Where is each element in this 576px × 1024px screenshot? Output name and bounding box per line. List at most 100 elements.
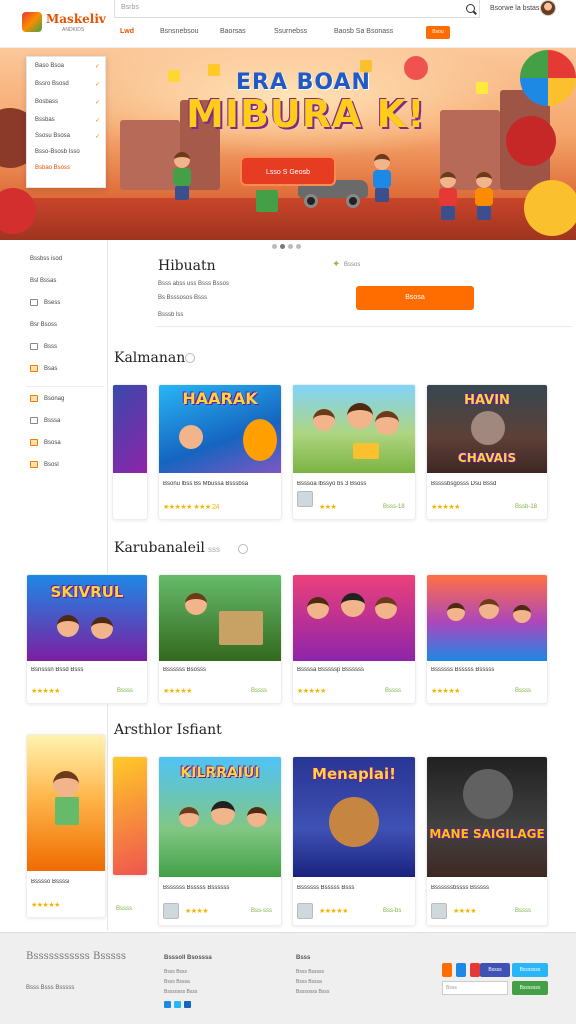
subscribe-button-secondary[interactable]: Bsssssss	[512, 963, 548, 977]
email-field[interactable]: Bsss	[442, 981, 508, 995]
ball-graphic	[524, 180, 576, 236]
character-graphic	[57, 615, 79, 637]
character-graphic	[307, 597, 329, 619]
game-thumbnail: Menaplai!	[293, 757, 415, 877]
footer-link[interactable]: Bsss Bsssa	[296, 979, 322, 985]
nav-item-5[interactable]: Baosb Sa Bsonass	[334, 28, 393, 35]
toy-block	[353, 443, 379, 459]
game-card[interactable]: KILRRAIUI Bssssss Bsssss Bssssss ★★★★ Bs…	[158, 756, 282, 926]
game-thumbnail: SKIVRUL	[27, 575, 147, 661]
sidebar-item[interactable]: Bsssa	[44, 418, 60, 424]
dropdown-item[interactable]: Ssosu Bsosa	[35, 133, 70, 139]
featured-detail: Bsss abss uss Bsss Bssos	[158, 281, 230, 287]
dropdown-item[interactable]: Bssro Bsosd	[35, 81, 69, 87]
dropdown-item[interactable]: Baso Bsoa	[35, 63, 64, 69]
sidebar-item[interactable]: Bsl Bssas	[30, 278, 56, 284]
social-button[interactable]	[470, 963, 480, 977]
avatar[interactable]	[540, 0, 556, 16]
footer-brand: Bsssssssssss Bsssss	[26, 951, 126, 962]
footer-link[interactable]: Bsssosss Bsss	[164, 989, 197, 995]
social-button[interactable]	[442, 963, 452, 977]
rating-stars: ★★★★★ ★★★ 24	[163, 504, 219, 511]
carousel-dot[interactable]	[272, 244, 277, 249]
footer-link[interactable]: Bsss Bsssa	[164, 979, 190, 985]
character-graphic	[341, 593, 365, 617]
rating-stars: ★★★★	[453, 908, 477, 915]
footer-link[interactable]: Bsss Bsss	[164, 969, 187, 975]
facebook-icon[interactable]	[164, 1001, 171, 1008]
grid-icon	[30, 299, 38, 306]
carousel-dot[interactable]	[280, 244, 285, 249]
search-icon[interactable]	[466, 4, 475, 13]
dropdown-item[interactable]: Bssbas	[35, 117, 55, 123]
subscribe-button[interactable]: Bssss	[480, 963, 510, 977]
submit-button[interactable]: Bsssssss	[512, 981, 548, 995]
footer-link[interactable]: Bsssosss Bsss	[296, 989, 329, 995]
sidebar-item[interactable]: Bsonag	[44, 396, 64, 402]
thumbnail-title: CHAVAIS	[457, 451, 517, 465]
game-card[interactable]: Bsssoa lbssyo bs 3 Bsoss ★★★ Bsss-18	[292, 384, 416, 520]
game-card[interactable]: Bssssa Bsssssp Bssssss ★★★★★ Bssss	[292, 574, 416, 704]
sidebar-item[interactable]: Bsess	[44, 300, 60, 306]
game-card[interactable]: Menaplai! Bssssss Bsssss Bsss ★★★★★ Bss-…	[292, 756, 416, 926]
sidebar-item[interactable]: Bsosa	[44, 440, 61, 446]
character-graphic	[91, 617, 113, 639]
site-logo[interactable]: Maskeliv ANDKIDS	[22, 10, 112, 38]
game-card[interactable]	[112, 384, 148, 520]
dropdown-item[interactable]: Bsso-Bsosb Isso	[35, 149, 80, 155]
featured-cta-button[interactable]: Bsosa	[356, 286, 474, 310]
price-label: Bssss	[116, 906, 133, 912]
game-card[interactable]: Bssssss Bsssss Bsssss ★★★★★ Bssss	[426, 574, 548, 704]
game-card[interactable]	[112, 756, 148, 876]
game-thumbnail	[159, 575, 281, 661]
toy-block	[208, 64, 220, 76]
dropdown-item[interactable]: Bosbass	[35, 99, 58, 105]
game-card[interactable]: Bsssso Bssssi ★★★★★	[26, 734, 106, 918]
game-card[interactable]: Bssssss Bsosss ★★★★★ Bssss	[158, 574, 282, 704]
nav-item-2[interactable]: Bsnsnebsou	[160, 28, 199, 35]
folder-icon	[30, 343, 38, 350]
sidebar-item[interactable]: Bssbss isod	[30, 256, 62, 262]
sidebar-item[interactable]: Bsr Bsoss	[30, 322, 57, 328]
search-input[interactable]: Bsrbs	[114, 0, 480, 18]
nav-item-4[interactable]: Ssurnebss	[274, 28, 307, 35]
game-card[interactable]: SKIVRUL Bsnsssn Bssd Bsss ★★★★★ Bssss	[26, 574, 148, 704]
character-graphic	[479, 599, 499, 619]
game-card[interactable]: HAVIN CHAVAIS Bssssbsgosss Dsu Bssd ★★★★…	[426, 384, 548, 520]
sidebar-item[interactable]: Bsas	[44, 366, 57, 372]
trophy-icon	[30, 439, 38, 446]
rating-stars: ★★★★★	[31, 902, 60, 909]
logo-icon	[22, 12, 42, 32]
game-card[interactable]: MANE SAIGILAGE Bssssssbssss Bsssss ★★★★ …	[426, 756, 548, 926]
carousel-dot[interactable]	[288, 244, 293, 249]
toy-block	[168, 70, 180, 82]
game-thumbnail	[293, 575, 415, 661]
balloon-graphic	[404, 56, 428, 80]
info-icon[interactable]	[238, 544, 248, 554]
toy-block	[256, 190, 278, 212]
social-button[interactable]	[456, 963, 466, 977]
footer-link[interactable]: Bsss Bsssss	[296, 969, 324, 975]
game-thumbnail: KILRRAIUI	[159, 757, 281, 877]
character-graphic	[243, 419, 277, 461]
sidebar-item[interactable]: Bsss	[44, 344, 57, 350]
sidebar-item[interactable]: Bsosl	[44, 462, 59, 468]
linkedin-icon[interactable]	[184, 1001, 191, 1008]
info-icon[interactable]	[185, 353, 195, 363]
nav-item-home[interactable]: Lwd	[120, 28, 134, 35]
nav-cta-button[interactable]: Bsou	[426, 26, 450, 39]
sign-in-link[interactable]: Bsorwe la bstas	[490, 5, 539, 12]
character-graphic	[347, 403, 373, 429]
thumbnail-title: SKIVRUL	[50, 583, 124, 601]
footer: Bsssssssssss Bsssss Bsss Bsss Bsssss Bss…	[0, 932, 576, 1024]
kid-figure	[170, 152, 194, 200]
game-card[interactable]: HAARAK Bsonu lbss Bs Mbussa Bsssbsa ★★★★…	[158, 384, 282, 520]
hero-cta-button[interactable]: Lsso S Geosb	[240, 156, 336, 186]
character-graphic	[179, 425, 203, 449]
twitter-icon[interactable]	[174, 1001, 181, 1008]
avatar	[163, 903, 179, 919]
carousel-dot[interactable]	[296, 244, 301, 249]
dropdown-item-highlight[interactable]: Bsbao Bsoss	[35, 165, 70, 171]
price-label: Bssss	[515, 688, 532, 694]
nav-item-3[interactable]: Baorsas	[220, 28, 246, 35]
